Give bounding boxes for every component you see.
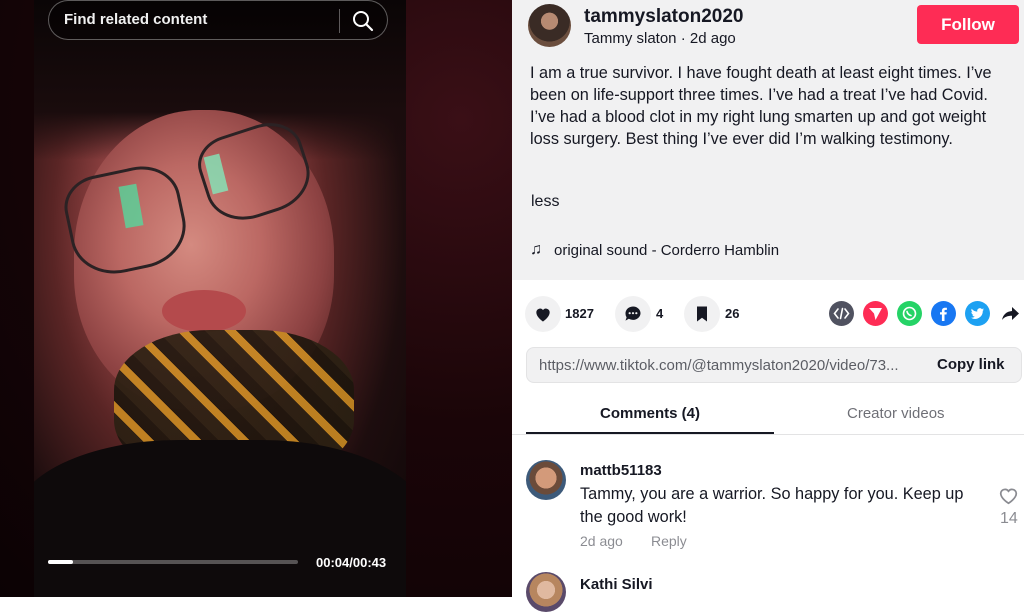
music-note-icon: ♫	[530, 241, 542, 258]
comment-date: 2d ago	[580, 533, 623, 549]
copy-link-button[interactable]: Copy link	[937, 356, 1005, 373]
less-link[interactable]: less	[531, 193, 559, 211]
heart-icon	[536, 308, 550, 322]
share-link-text[interactable]: https://www.tiktok.com/@tammyslaton2020/…	[539, 357, 919, 374]
comment-reply-button[interactable]: Reply	[651, 533, 687, 549]
whatsapp-icon	[902, 306, 917, 321]
description-box: tammyslaton2020 Tammy slaton · 2d ago Fo…	[512, 0, 1024, 280]
send-button[interactable]	[863, 301, 888, 326]
comment-like-icon[interactable]	[998, 486, 1019, 505]
bookmark-icon	[697, 306, 707, 322]
search-icon[interactable]	[352, 10, 374, 32]
search-input[interactable]: Find related content	[64, 11, 207, 28]
video-pane: Find related content 00:04/00:43	[0, 0, 512, 597]
embed-button[interactable]	[829, 301, 854, 326]
share-arrow-icon[interactable]	[1000, 303, 1021, 324]
author-subline: Tammy slaton · 2d ago	[584, 30, 736, 47]
author-username[interactable]: tammyslaton2020	[584, 6, 743, 28]
comment-button[interactable]	[615, 296, 651, 332]
post-description: I am a true survivor. I have fought deat…	[530, 64, 992, 148]
save-count: 26	[725, 306, 740, 321]
details-pane: tammyslaton2020 Tammy slaton · 2d ago Fo…	[512, 0, 1024, 612]
embed-icon	[833, 307, 850, 320]
comment-avatar[interactable]	[526, 460, 566, 500]
twitter-icon	[971, 308, 984, 319]
post-age: 2d ago	[689, 30, 736, 47]
search-bar[interactable]: Find related content	[48, 0, 388, 40]
video-progress-fill	[48, 560, 73, 564]
tab-creator-videos[interactable]: Creator videos	[847, 405, 945, 422]
paper-plane-icon	[869, 308, 882, 320]
follow-button[interactable]: Follow	[917, 5, 1019, 44]
like-button[interactable]	[525, 296, 561, 332]
facebook-share-button[interactable]	[931, 301, 956, 326]
video-time: 00:04/00:43	[316, 555, 387, 570]
comment-username[interactable]: mattb51183	[580, 462, 662, 479]
comment-icon	[625, 306, 641, 321]
sound-link[interactable]: original sound - Corderro Hamblin	[554, 242, 779, 259]
comment-text: Tammy, you are a warrior. So happy for y…	[580, 485, 964, 526]
comment-like-count: 14	[1000, 510, 1018, 527]
twitter-share-button[interactable]	[965, 301, 990, 326]
search-divider	[339, 9, 340, 33]
share-link-box[interactable]: https://www.tiktok.com/@tammyslaton2020/…	[526, 347, 1022, 383]
facebook-icon	[940, 307, 947, 321]
video-player[interactable]	[34, 0, 406, 597]
whatsapp-share-button[interactable]	[897, 301, 922, 326]
tab-comments[interactable]: Comments (4)	[600, 405, 700, 422]
like-count: 1827	[565, 306, 594, 321]
video-progress-bar[interactable]	[48, 560, 298, 564]
author-display-name: Tammy slaton	[584, 30, 677, 47]
tabs-divider	[512, 434, 1024, 435]
comment-count: 4	[656, 306, 664, 321]
save-button[interactable]	[684, 296, 720, 332]
comment-avatar[interactable]	[526, 572, 566, 612]
author-avatar[interactable]	[528, 4, 571, 47]
comment-username[interactable]: Kathi Silvi	[580, 576, 653, 593]
